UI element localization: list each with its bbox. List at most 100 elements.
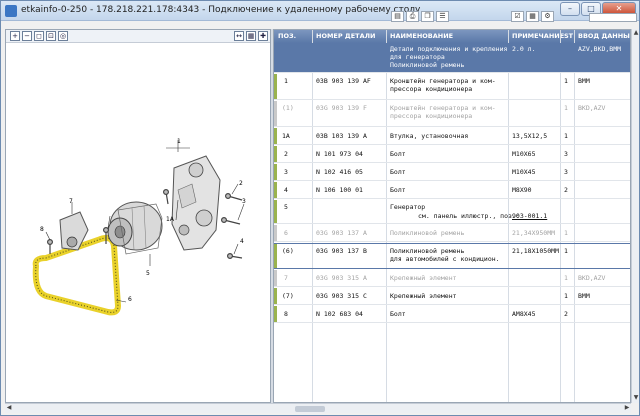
row-subnote: см. панель иллюстр., поз.: [418, 212, 520, 220]
col-part[interactable]: НОМЕР ДЕТАЛИ [316, 32, 375, 40]
row-name: Поликлиновой ремень для автомобилей с ко… [390, 247, 500, 263]
zoom-window-icon[interactable]: ⊡ [46, 31, 56, 41]
horizontal-scrollbar[interactable]: ◀ ▶ [5, 403, 631, 413]
row-name: Болт [390, 310, 406, 318]
row-name: Крепежный элемент [390, 274, 457, 282]
callout-1a[interactable]: 1A [166, 216, 174, 223]
page-icon[interactable]: ▤ [391, 11, 404, 22]
row-name: Кронштейн генератора и ком- прессора кон… [390, 77, 496, 93]
illustration-pane: + − ◻ ⊡ ◎ ↔ ▦ ✚ 1 1A 2 3 4 5 6 7 8 [5, 29, 271, 403]
row-part: 03G 903 137 A [316, 229, 367, 237]
zoom-in-icon[interactable]: + [10, 31, 20, 41]
table-row[interactable]: 7 03G 903 315 A Крепежный элемент 1 BKD,… [274, 270, 630, 287]
print-icon[interactable]: ⎙ [406, 11, 419, 22]
row-pos: 5 [284, 203, 288, 211]
zoom-reset-icon[interactable]: ◎ [58, 31, 68, 41]
row-st: 1 [564, 247, 568, 255]
row-part: N 106 100 01 [316, 186, 363, 194]
row-data: BMM [578, 77, 590, 85]
callout-8[interactable]: 8 [40, 226, 44, 233]
row-data: BKD,AZV [578, 104, 606, 112]
row-part: 03B 103 139 A [316, 132, 367, 140]
table-row[interactable]: 3 N 102 416 05 Болт M10X45 3 [274, 164, 630, 181]
image-toolbar: + − ◻ ⊡ ◎ ↔ ▦ ✚ [6, 30, 270, 43]
table-row[interactable]: 5 Генератор см. панель иллюстр., поз.: 9… [274, 200, 630, 224]
zoom-out-icon[interactable]: − [22, 31, 32, 41]
row-note: 13,5X12,5 [512, 132, 548, 140]
col-note[interactable]: ПРИМЕЧАНИЕ [512, 32, 564, 40]
row-note: AM8X45 [512, 310, 536, 318]
row-part: N 102 416 05 [316, 168, 363, 176]
table-header: ПОЗ. НОМЕР ДЕТАЛИ НАИМЕНОВАНИЕ ПРИМЕЧАНИ… [274, 30, 630, 43]
callout-6[interactable]: 6 [128, 296, 132, 303]
callout-7[interactable]: 7 [69, 198, 73, 205]
row-note: M8X90 [512, 186, 532, 194]
row-st: 1 [564, 104, 568, 112]
scroll-down-icon[interactable]: ▼ [632, 394, 640, 403]
filter-combo[interactable] [589, 13, 637, 22]
row-part: N 101 973 04 [316, 150, 363, 158]
table-row-selected[interactable]: (6) 03G 903 137 B Поликлиновой ремень дл… [274, 243, 630, 269]
callout-5[interactable]: 5 [146, 270, 150, 277]
list-icon[interactable]: ☰ [436, 11, 449, 22]
row-note: M10X65 [512, 150, 536, 158]
col-name[interactable]: НАИМЕНОВАНИЕ [390, 32, 453, 40]
row-data: BMM [578, 292, 590, 300]
section-name: Детали подключения и крепления для генер… [390, 45, 508, 69]
row-note: M10X45 [512, 168, 536, 176]
table-row[interactable]: 1 03B 903 139 AF Кронштейн генератора и … [274, 74, 630, 100]
bracket-drawing [171, 155, 221, 251]
scroll-left-icon[interactable]: ◀ [5, 404, 13, 414]
table-row[interactable]: 1A 03B 103 139 A Втулка, установочная 13… [274, 128, 630, 145]
expand-icon[interactable]: ✚ [258, 31, 268, 41]
parts-drawing[interactable] [6, 44, 270, 402]
table-row[interactable]: (7) 03G 903 315 C Крепежный элемент 1 BM… [274, 288, 630, 305]
scroll-up-icon[interactable]: ▲ [632, 29, 640, 38]
row-st: 3 [564, 168, 568, 176]
callout-3[interactable]: 3 [242, 198, 246, 205]
col-pos[interactable]: ПОЗ. [278, 32, 296, 40]
callout-1[interactable]: 1 [177, 138, 181, 145]
horizontal-scroll-thumb[interactable] [295, 406, 325, 412]
settings-icon[interactable]: ⚙ [541, 11, 554, 22]
row-pos: 8 [284, 310, 288, 318]
window-title: etkainfo-0-250 - 178.218.221.178:4343 - … [21, 5, 421, 15]
row-st: 1 [564, 292, 568, 300]
col-data[interactable]: ВВОД ДАННЫХ [578, 32, 630, 40]
zoom-fit-icon[interactable]: ◻ [34, 31, 44, 41]
row-pos: 3 [284, 168, 288, 176]
table-row[interactable]: 8 N 102 683 04 Болт AM8X45 2 [274, 306, 630, 323]
row-st: 1 [564, 77, 568, 85]
row-part: 03G 903 315 A [316, 274, 367, 282]
row-name: Болт [390, 186, 406, 194]
table-row[interactable]: 4 N 106 100 01 Болт M8X90 2 [274, 182, 630, 199]
row-st: 3 [564, 150, 568, 158]
table-row[interactable]: 2 N 101 973 04 Болт M10X65 3 [274, 146, 630, 163]
row-name: Поликлиновой ремень [390, 229, 465, 237]
grid-view-icon[interactable]: ▦ [246, 31, 256, 41]
row-pos: 1 [284, 77, 288, 85]
col-st[interactable]: ST [564, 32, 573, 40]
callout-4[interactable]: 4 [240, 238, 244, 245]
callout-2[interactable]: 2 [239, 180, 243, 187]
section-data: AZV,BKD,BMM [578, 45, 622, 53]
vertical-scrollbar[interactable]: ▲ ▼ [631, 29, 639, 403]
grid-icon[interactable]: ▦ [526, 11, 539, 22]
table-section-header: Детали подключения и крепления для генер… [274, 43, 630, 73]
row-pos: 7 [284, 274, 288, 282]
parts-table: ПОЗ. НОМЕР ДЕТАЛИ НАИМЕНОВАНИЕ ПРИМЕЧАНИ… [273, 29, 631, 403]
row-pos: 4 [284, 186, 288, 194]
illustration-link[interactable]: 903-001.1 [512, 212, 547, 220]
check-icon[interactable]: ☑ [511, 11, 524, 22]
scroll-right-icon[interactable]: ▶ [623, 404, 631, 414]
row-name: Втулка, установочная [390, 132, 469, 140]
row-name: Генератор [390, 203, 426, 211]
fit-width-icon[interactable]: ↔ [234, 31, 244, 41]
copy-icon[interactable]: ❐ [421, 11, 434, 22]
table-row[interactable]: (1) 03G 903 139 F Кронштейн генератора и… [274, 101, 630, 127]
table-row[interactable]: 6 03G 903 137 A Поликлиновой ремень 21,3… [274, 225, 630, 242]
row-data: BKD,AZV [578, 274, 606, 282]
row-name: Крепежный элемент [390, 292, 457, 300]
top-toolbar: ▤ ⎙ ❐ ☰ [391, 11, 449, 22]
minimize-button[interactable]: – [560, 2, 580, 16]
